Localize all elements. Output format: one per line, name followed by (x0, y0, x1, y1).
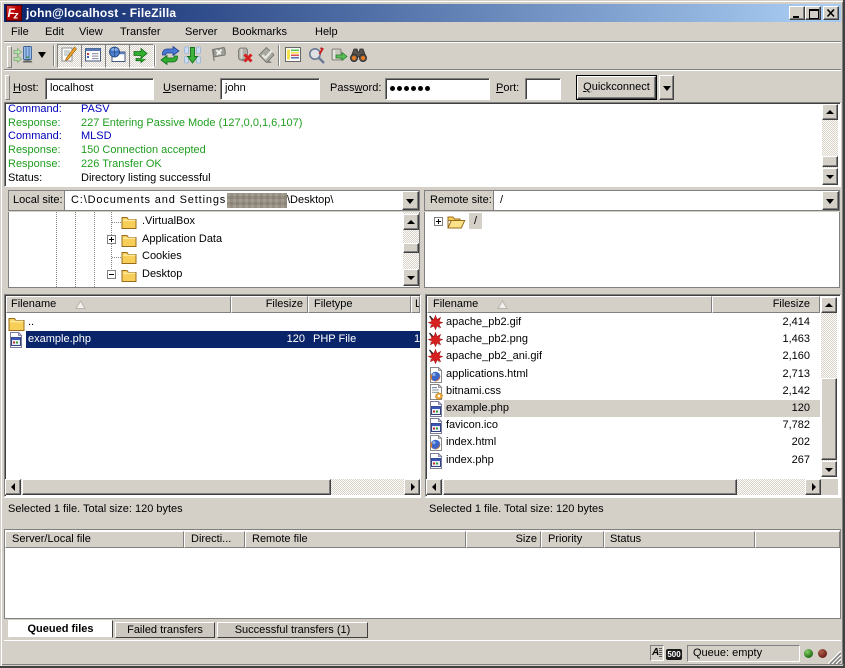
svg-text:z: z (13, 11, 19, 21)
